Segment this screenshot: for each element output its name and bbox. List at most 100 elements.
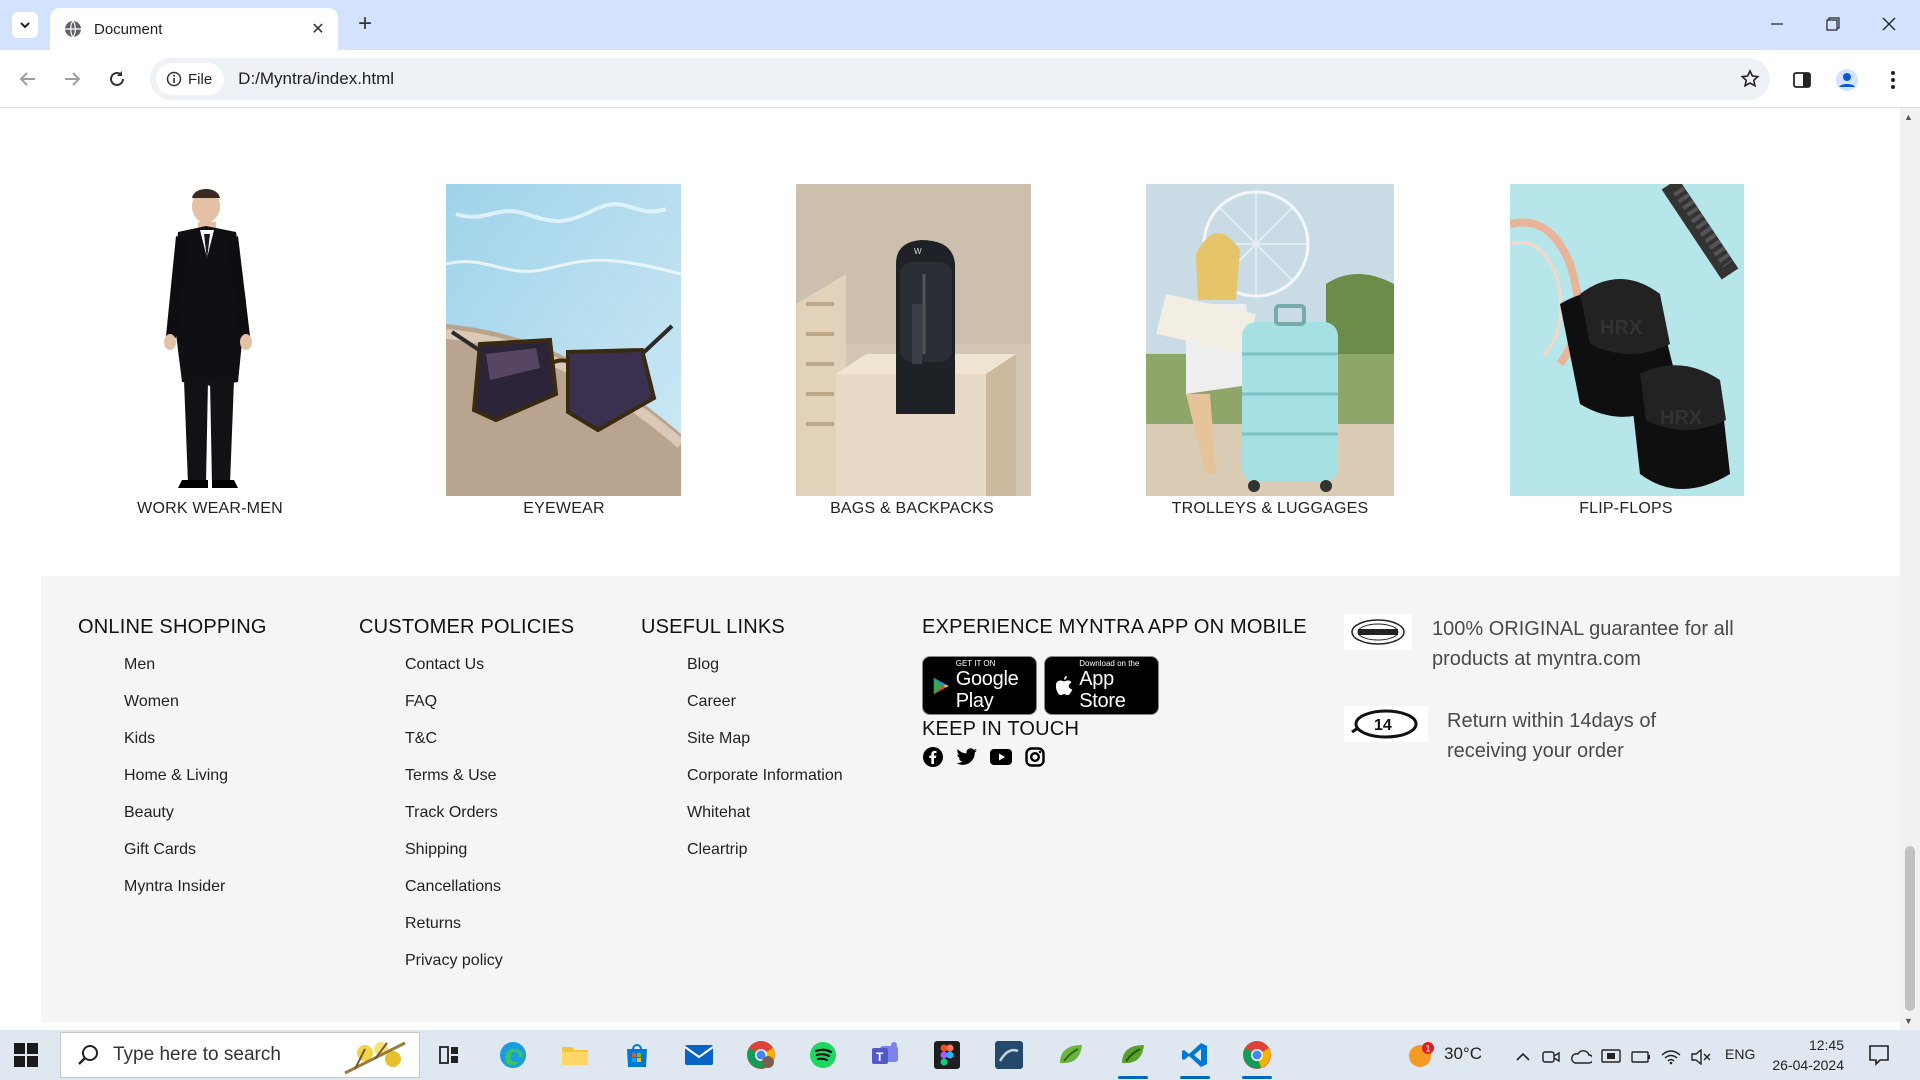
close-tab-icon[interactable]: ✕ (306, 17, 330, 41)
url-text[interactable]: D:/Myntra/index.html (238, 69, 1730, 89)
facebook-icon[interactable] (922, 746, 944, 768)
chrome-profile-icon[interactable] (744, 1038, 778, 1072)
side-panel-button[interactable] (1787, 65, 1817, 95)
globe-icon (65, 20, 81, 38)
language-indicator[interactable]: ENG (1725, 1046, 1755, 1062)
browser-tab[interactable]: Document ✕ (50, 8, 338, 50)
footer-link[interactable]: Contact Us (405, 657, 574, 694)
footer-link[interactable]: Blog (687, 657, 843, 694)
arrow-right-icon (65, 72, 81, 86)
address-bar[interactable]: File D:/Myntra/index.html (150, 58, 1770, 100)
task-view-icon[interactable] (432, 1038, 466, 1072)
file-explorer-icon[interactable] (558, 1038, 592, 1072)
footer-link[interactable]: FAQ (405, 694, 574, 731)
scroll-down-arrow-icon[interactable]: ▼ (1904, 1016, 1913, 1026)
minimize-icon (1771, 23, 1783, 25)
footer-link[interactable]: Returns (405, 916, 574, 953)
meet-now-icon[interactable] (1534, 1040, 1568, 1074)
sunglasses-image (446, 184, 681, 496)
weather-temperature: 30°C (1444, 1044, 1482, 1063)
footer-link[interactable]: Corporate Information (687, 768, 843, 805)
footer-link[interactable]: Whitehat (687, 805, 843, 842)
scroll-thumb[interactable] (1905, 846, 1915, 1011)
clock-time: 12:45 (1808, 1037, 1844, 1053)
footer-link[interactable]: T&C (405, 731, 574, 768)
twitter-icon[interactable] (956, 746, 978, 768)
teams-icon[interactable]: T (868, 1038, 902, 1072)
mysql-workbench-icon[interactable] (992, 1038, 1026, 1072)
more-vertical-icon (1891, 71, 1895, 89)
footer-link[interactable]: Home & Living (124, 768, 267, 805)
mail-icon[interactable] (682, 1038, 716, 1072)
site-info-chip[interactable]: File (156, 63, 225, 95)
spotify-icon[interactable] (806, 1038, 840, 1072)
browser-titlebar: Document ✕ + (0, 0, 1920, 50)
page-scrollbar[interactable]: ▲ ▼ (1900, 108, 1920, 1030)
app-store-button[interactable]: Download on the App Store (1044, 656, 1159, 715)
footer-link[interactable]: Men (124, 657, 267, 694)
footer-col-online-shopping: ONLINE SHOPPING Men Women Kids Home & Li… (78, 616, 267, 916)
bookmark-button[interactable] (1730, 59, 1770, 99)
weather-badge: 1 (1426, 1044, 1431, 1054)
close-window-button[interactable] (1866, 8, 1912, 40)
reload-icon (110, 71, 124, 86)
windows-taskbar: Type here to search T 1 30°C ENG 12:45 2… (0, 1030, 1920, 1080)
instagram-icon[interactable] (1024, 746, 1046, 768)
device-icon[interactable] (1594, 1040, 1628, 1074)
youtube-icon[interactable] (990, 746, 1012, 768)
microsoft-store-icon[interactable] (620, 1038, 654, 1072)
figma-icon[interactable] (930, 1038, 964, 1072)
flipflops-image: HRX HRX (1510, 184, 1744, 496)
browser-toolbar: File D:/Myntra/index.html (0, 50, 1920, 108)
wifi-icon[interactable] (1654, 1040, 1688, 1074)
onedrive-icon[interactable] (1564, 1040, 1598, 1074)
category-label: FLIP-FLOPS (1579, 500, 1673, 517)
minimize-button[interactable] (1754, 8, 1800, 40)
scroll-up-arrow-icon[interactable]: ▲ (1904, 112, 1913, 122)
app-store-small-text: Download on the (1079, 659, 1140, 668)
footer-keep-in-touch: KEEP IN TOUCH (922, 718, 1079, 741)
footer-link[interactable]: Cleartrip (687, 842, 843, 879)
notification-center-icon[interactable] (1862, 1038, 1896, 1072)
volume-muted-icon[interactable] (1684, 1040, 1718, 1074)
weather-icon[interactable]: 1 (1404, 1038, 1438, 1072)
chrome-icon[interactable] (1240, 1038, 1274, 1079)
footer-link[interactable]: Gift Cards (124, 842, 267, 879)
footer-link[interactable]: Women (124, 694, 267, 731)
page-viewport: WORK WEAR-MEN EYEWEAR W BAGS & BACKPACKS… (0, 108, 1900, 1030)
battery-icon[interactable] (1624, 1040, 1658, 1074)
backpack-image: W (796, 184, 1031, 496)
edge-browser-icon[interactable] (496, 1038, 530, 1072)
footer-link[interactable]: Kids (124, 731, 267, 768)
footer-link[interactable]: Career (687, 694, 843, 731)
trolley-image (1146, 184, 1394, 496)
footer-link[interactable]: Myntra Insider (124, 879, 267, 916)
back-button[interactable] (14, 65, 42, 93)
taskbar-search-box[interactable]: Type here to search (60, 1032, 420, 1078)
tab-search-button[interactable] (12, 12, 38, 38)
footer-link[interactable]: Shipping (405, 842, 574, 879)
browser-menu-button[interactable] (1878, 65, 1908, 95)
footer-link[interactable]: Cancellations (405, 879, 574, 916)
footer-link[interactable]: Privacy policy (405, 953, 574, 990)
profile-button[interactable] (1832, 65, 1862, 95)
footer-link[interactable]: Site Map (687, 731, 843, 768)
new-tab-button[interactable]: + (352, 12, 378, 38)
windows-start-icon[interactable] (14, 1043, 38, 1067)
taskbar-clock[interactable]: 12:45 26-04-2024 (1764, 1035, 1844, 1075)
reload-button[interactable] (103, 65, 131, 93)
spring-tool-icon[interactable] (1054, 1038, 1088, 1072)
footer-link[interactable]: Track Orders (405, 805, 574, 842)
footer-col-title: EXPERIENCE MYNTRA APP ON MOBILE (922, 616, 1307, 638)
restore-icon (1826, 17, 1840, 31)
footer-link[interactable]: Terms & Use (405, 768, 574, 805)
google-play-button[interactable]: GET IT ON Google Play (922, 656, 1037, 715)
restore-button[interactable] (1810, 8, 1856, 40)
category-label: EYEWEAR (523, 500, 605, 517)
footer-link[interactable]: Beauty (124, 805, 267, 842)
spring-tool-alt-icon[interactable] (1116, 1038, 1150, 1079)
category-label: TROLLEYS & LUGGAGES (1171, 500, 1369, 517)
footer-col-title: KEEP IN TOUCH (922, 718, 1080, 740)
vscode-icon[interactable] (1178, 1038, 1212, 1079)
forward-button[interactable] (58, 65, 86, 93)
